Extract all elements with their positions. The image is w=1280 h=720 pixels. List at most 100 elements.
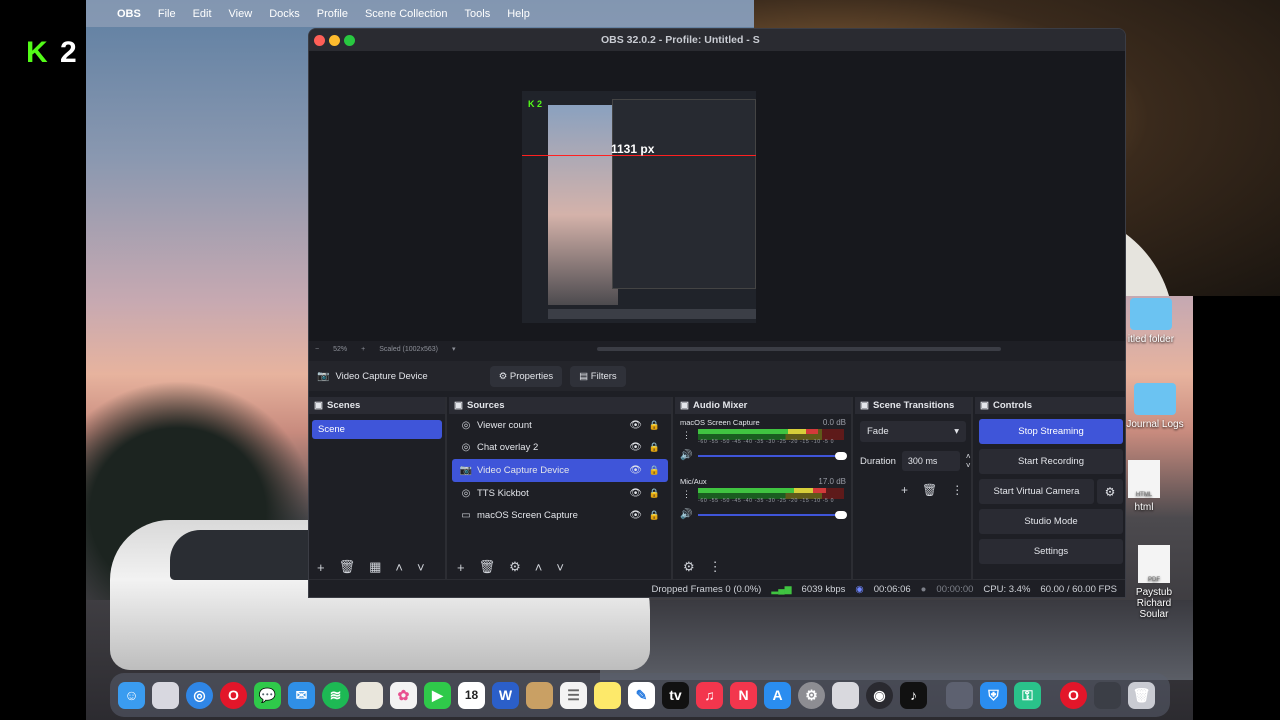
desktop-folder[interactable]: itled folder — [1122, 298, 1180, 345]
safari-icon[interactable]: ◎ — [186, 681, 213, 709]
studio-mode-button[interactable]: Studio Mode — [979, 509, 1123, 534]
move-down-icon[interactable]: ˅ — [556, 560, 564, 575]
source-row[interactable]: ▭ macOS Screen Capture 👁 🔒 — [452, 504, 668, 527]
menu-help[interactable]: Help — [507, 8, 530, 20]
lock-icon[interactable]: 🔒 — [649, 420, 660, 431]
gear-icon[interactable]: ⚙ — [509, 559, 521, 575]
trash-icon[interactable]: 🗑 — [1128, 681, 1155, 709]
menu-app-name[interactable]: OBS — [117, 8, 141, 20]
speaker-icon[interactable]: 🔊 — [680, 509, 692, 520]
more-icon[interactable]: ⋮ — [682, 430, 691, 441]
transition-select[interactable]: Fade ▾ — [860, 421, 966, 442]
photos-icon[interactable]: ✿ — [390, 681, 417, 709]
zoom-in-button[interactable]: + — [361, 346, 365, 353]
music-icon[interactable]: ♫ — [696, 681, 723, 709]
chevron-down-icon[interactable]: ▾ — [452, 345, 456, 353]
gear-icon[interactable]: ⚙ — [683, 559, 695, 575]
zoom-out-button[interactable]: − — [315, 346, 319, 353]
move-down-icon[interactable]: ˅ — [417, 560, 425, 575]
speaker-icon[interactable]: 🔊 — [680, 450, 692, 461]
close-button[interactable] — [314, 35, 325, 46]
filters-button[interactable]: ▤ Filters — [570, 365, 626, 387]
opera-gx-icon[interactable]: O — [1060, 681, 1087, 709]
source-row[interactable]: ◎ Viewer count 👁 🔒 — [452, 414, 668, 437]
eye-icon[interactable]: 👁 — [629, 510, 642, 521]
slider-knob[interactable] — [835, 452, 847, 460]
word-icon[interactable]: W — [492, 681, 519, 709]
desktop-html-file[interactable]: HTML html — [1124, 460, 1164, 513]
eye-icon[interactable]: 👁 — [629, 420, 642, 431]
downloads-stack-icon[interactable] — [1094, 681, 1121, 709]
opera-icon[interactable]: O — [220, 681, 247, 709]
filter-icon[interactable]: ▦ — [369, 559, 381, 575]
lock-icon[interactable]: 🔒 — [649, 465, 660, 476]
preview-source-thumbnail[interactable]: K 2 — [522, 91, 756, 323]
lock-icon[interactable]: 🔒 — [649, 488, 660, 499]
maximize-button[interactable] — [344, 35, 355, 46]
slider-knob[interactable] — [835, 511, 847, 519]
launchpad-icon[interactable] — [152, 681, 179, 709]
add-icon[interactable]: + — [457, 560, 465, 575]
volume-slider[interactable] — [698, 511, 847, 519]
news-icon[interactable]: N — [730, 681, 757, 709]
tiktok-icon[interactable]: ♪ — [900, 681, 927, 709]
source-row[interactable]: ◎ Chat overlay 2 👁 🔒 — [452, 437, 668, 460]
contacts-icon[interactable] — [526, 681, 553, 709]
desktop-folder-journal[interactable]: Journal Logs — [1122, 383, 1188, 430]
menu-docks[interactable]: Docks — [269, 8, 300, 20]
stop-streaming-button[interactable]: Stop Streaming — [979, 419, 1123, 444]
eye-icon[interactable]: 👁 — [629, 488, 642, 499]
trash-icon[interactable]: 🗑 — [339, 559, 356, 575]
lock-icon[interactable]: 🔒 — [649, 442, 660, 453]
spotify-icon[interactable]: ≋ — [322, 681, 349, 709]
reminders-icon[interactable]: ☰ — [560, 681, 587, 709]
key-icon[interactable]: ⚿ — [1014, 681, 1041, 709]
source-row[interactable]: ◎ TTS Kickbot 👁 🔒 — [452, 482, 668, 505]
screenshot-icon[interactable] — [946, 681, 973, 709]
more-icon[interactable]: ⋮ — [682, 489, 691, 500]
start-recording-button[interactable]: Start Recording — [979, 449, 1123, 474]
gear-icon[interactable]: ⚙ — [1097, 479, 1123, 504]
finder-icon[interactable]: ☺ — [118, 681, 145, 709]
add-icon[interactable]: + — [317, 560, 325, 575]
duration-input[interactable]: 300 ms — [901, 451, 960, 471]
maps-icon[interactable] — [356, 681, 383, 709]
move-up-icon[interactable]: ˄ — [395, 560, 403, 575]
system-settings-icon[interactable]: ⚙ — [798, 681, 825, 709]
messages-icon[interactable]: 💬 — [254, 681, 281, 709]
properties-button[interactable]: ⚙ Properties — [489, 365, 563, 387]
start-virtual-camera-button[interactable]: Start Virtual Camera — [979, 479, 1094, 504]
notes-icon[interactable] — [594, 681, 621, 709]
lock-icon[interactable]: 🔒 — [649, 510, 660, 521]
app-store-icon[interactable]: A — [764, 681, 791, 709]
menu-profile[interactable]: Profile — [317, 8, 348, 20]
shield-icon[interactable]: ⛨ — [980, 681, 1007, 709]
trash-icon[interactable]: 🗑 — [479, 559, 496, 575]
apple-tv-icon[interactable]: tv — [662, 681, 689, 709]
menu-scene-collection[interactable]: Scene Collection — [365, 8, 448, 20]
trash-icon[interactable]: 🗑 — [922, 483, 937, 497]
freeform-icon[interactable]: ✎ — [628, 681, 655, 709]
facetime-icon[interactable]: ▶ — [424, 681, 451, 709]
more-icon[interactable]: ⋮ — [709, 559, 722, 575]
menu-view[interactable]: View — [229, 8, 253, 20]
menu-tools[interactable]: Tools — [465, 8, 491, 20]
move-up-icon[interactable]: ˄ — [535, 560, 543, 575]
minimize-button[interactable] — [329, 35, 340, 46]
menu-edit[interactable]: Edit — [193, 8, 212, 20]
eye-icon[interactable]: 👁 — [629, 442, 642, 453]
volume-slider[interactable] — [698, 452, 847, 460]
stepper-icon[interactable]: ˄ ˅ — [966, 452, 971, 470]
mail-icon[interactable]: ✉ — [288, 681, 315, 709]
preview-canvas[interactable]: K 2 1131 px — [309, 51, 1125, 341]
settings-button[interactable]: Settings — [979, 539, 1123, 564]
scale-mode[interactable]: Scaled (1002x563) — [379, 346, 438, 353]
scene-item[interactable]: Scene — [312, 420, 442, 439]
desktop-pdf-file[interactable]: PDF Paystub Richard Soular — [1118, 545, 1190, 620]
more-icon[interactable]: ⋮ — [951, 483, 963, 497]
horizontal-scrollbar[interactable] — [597, 347, 1001, 351]
calendar-icon[interactable]: 18 — [458, 681, 485, 709]
source-row-selected[interactable]: 📷 Video Capture Device 👁 🔒 — [452, 459, 668, 482]
add-icon[interactable]: + — [901, 483, 908, 497]
menu-file[interactable]: File — [158, 8, 176, 20]
